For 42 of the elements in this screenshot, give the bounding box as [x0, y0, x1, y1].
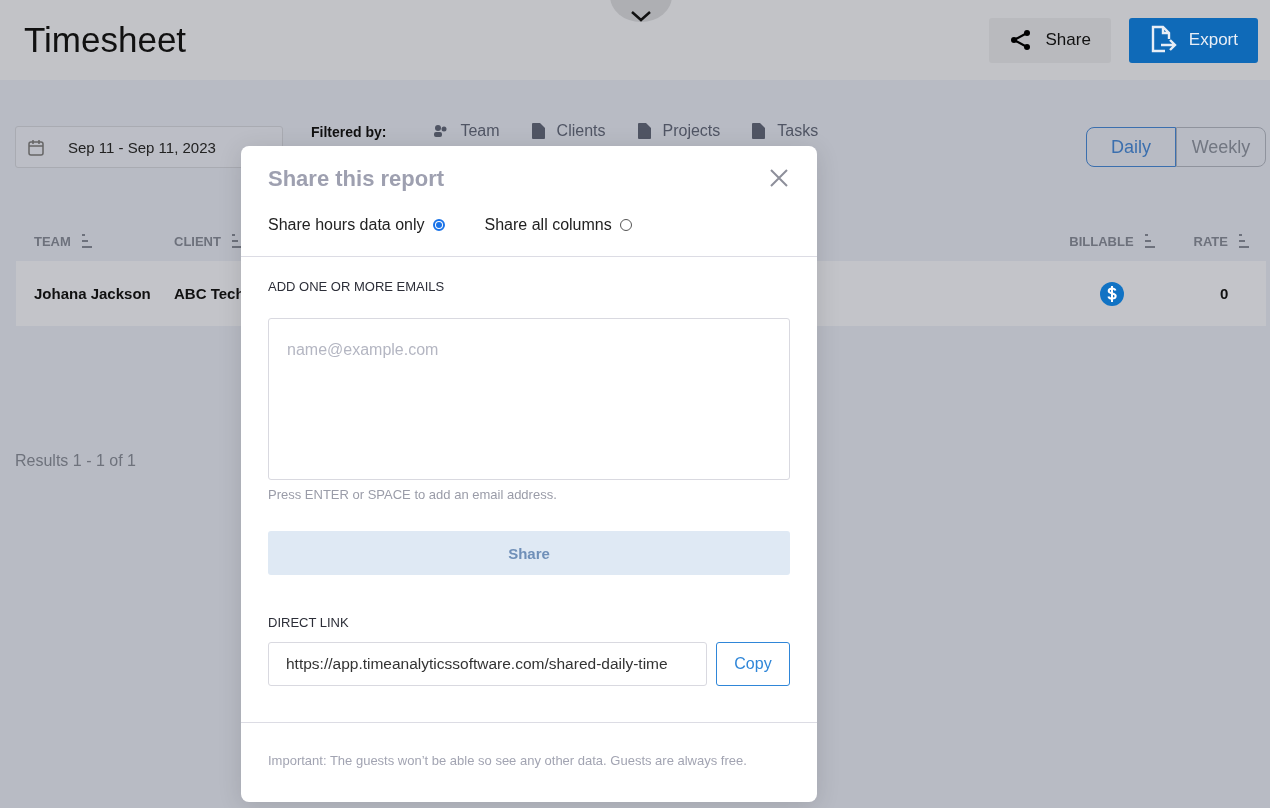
filter-chip[interactable]: Team — [460, 122, 500, 140]
column-header: RATE — [1193, 233, 1228, 249]
sort-icon[interactable] — [1143, 233, 1156, 249]
page-title: Timesheet — [24, 20, 188, 60]
column-header: CLIENT — [174, 233, 221, 249]
document-icon — [531, 123, 545, 139]
export-button[interactable]: Export — [1128, 17, 1258, 63]
close-button[interactable] — [770, 169, 790, 189]
calendar-icon — [28, 138, 44, 156]
column-header: BILLABLE — [1069, 233, 1134, 249]
emails-field[interactable]: name@example.com — [268, 318, 790, 480]
column-header: TEAM — [34, 233, 71, 249]
close-icon — [770, 169, 788, 187]
filter-chip[interactable]: Tasks — [777, 122, 819, 140]
chevron-down-icon — [630, 10, 652, 22]
sort-icon[interactable] — [230, 233, 243, 249]
dialog-title: Share this report — [268, 166, 445, 192]
radio-button[interactable] — [432, 219, 445, 231]
link-field[interactable]: https://app.timeanalyticssoftware.com/shared-daily-time — [268, 642, 707, 686]
sort-icon[interactable] — [1238, 233, 1250, 249]
emails-label: ADD ONE OR MORE EMAILS — [268, 279, 446, 294]
results-count: Results 1 - 1 of 1 — [15, 452, 137, 470]
date-range-picker[interactable]: Sep 11 - Sep 11, 2023 — [15, 126, 283, 168]
share-option[interactable]: Share hours data only — [268, 216, 445, 234]
footer-note: Important: The guests won’t be able so see any other data. Guests are always free. — [267, 752, 748, 768]
share-option[interactable]: Share all columns — [484, 216, 632, 234]
filter-label: Filtered by: — [311, 124, 387, 140]
filter-chip[interactable]: Clients — [556, 122, 606, 140]
share-button[interactable]: Share — [989, 17, 1111, 63]
filter-chip[interactable]: Projects — [662, 122, 721, 140]
people-icon — [434, 125, 449, 137]
copy-button[interactable]: Copy — [716, 642, 790, 686]
table-cell-text: Johana Jackson — [34, 285, 152, 302]
document-icon — [637, 123, 651, 139]
date-range-text: Sep 11 - Sep 11, 2023 — [68, 138, 217, 156]
link-label: DIRECT LINK — [268, 615, 350, 630]
emails-hint: Press ENTER or SPACE to add an email address. — [268, 487, 558, 502]
view-tab[interactable]: Daily — [1086, 127, 1176, 167]
sort-icon[interactable] — [80, 233, 93, 249]
view-tab[interactable]: Weekly — [1176, 127, 1266, 167]
document-icon — [752, 123, 766, 139]
table-cell-text: 0 — [1220, 285, 1230, 302]
